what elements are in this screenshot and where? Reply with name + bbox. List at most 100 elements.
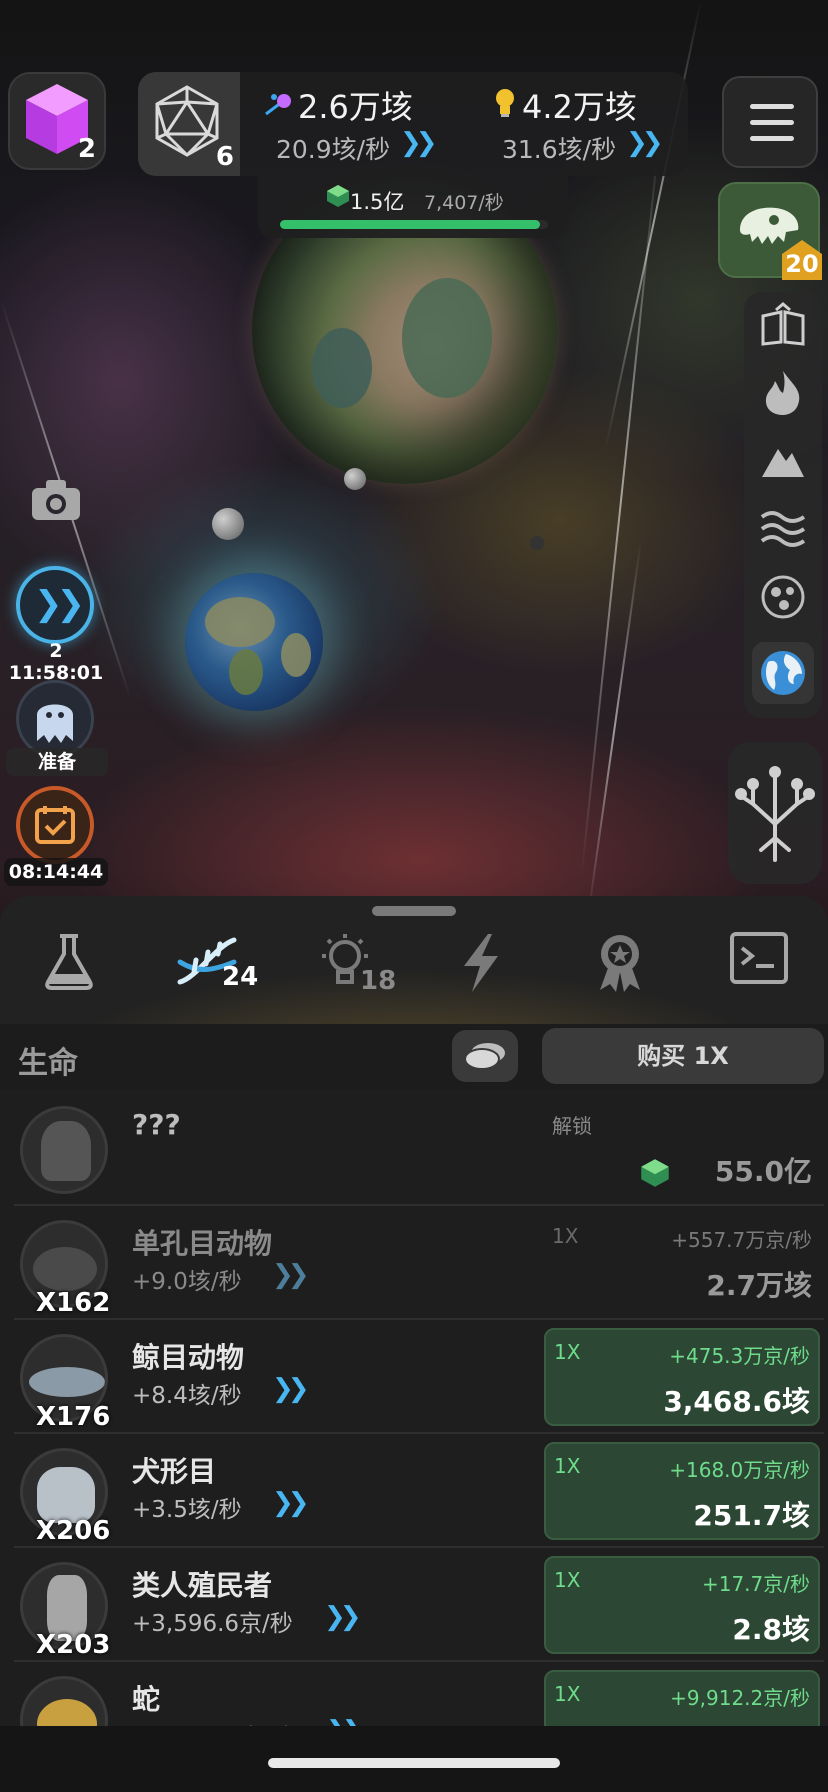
light-streak [604,0,702,451]
speed-boost-timer: 2 11:58:01 [8,640,104,684]
chevron-double-right-icon[interactable]: ❯❯ [324,1602,361,1632]
coins-icon [464,1043,505,1070]
fire-icon[interactable] [758,368,808,418]
creature-image [37,1467,95,1523]
moon-small[interactable] [344,468,366,490]
tab-achievements[interactable] [592,932,652,992]
item-cost: 2.7万垓 [706,1269,812,1302]
owned-count: X162 [36,1288,111,1318]
item-name: 鲸目动物 [132,1341,245,1374]
green-gem-icon [641,1159,669,1187]
coins-button[interactable] [452,1030,518,1082]
terminal-icon [730,932,788,984]
icosahedron-button[interactable]: 6 [138,72,240,176]
owned-count: X176 [36,1402,111,1432]
unlock-label: 解锁 [552,1114,592,1138]
menu-button[interactable] [722,76,818,168]
item-production: +3.5垓/秒 [132,1497,242,1523]
green-gem-icon [327,185,349,207]
item-cost: 2.8垓 [732,1613,810,1646]
camera-icon[interactable] [30,478,82,522]
planet-earth[interactable] [185,573,323,711]
light-streak [580,119,662,876]
dinosaur-level: 20 [785,250,819,278]
resource-primary-rate: 20.9垓/秒 [276,135,391,164]
side-menu [744,292,822,718]
item-production: +8.4垓/秒 [132,1383,242,1409]
buy-gain: +168.0万京/秒 [669,1458,810,1482]
item-cost: 55.0亿 [714,1155,812,1188]
mountain-icon[interactable] [758,436,808,486]
cells-icon[interactable] [758,572,808,622]
owned-count: X206 [36,1516,111,1546]
evolution-tree-button[interactable] [728,742,822,884]
sheet-drag-handle[interactable] [372,906,456,916]
moon-dark[interactable] [530,536,544,550]
tab-console[interactable] [730,932,790,992]
list-item[interactable]: X176 鲸目动物 +8.4垓/秒 ❯❯ 1X +475.3万京/秒 3,468… [14,1320,824,1434]
tab-bar: 24 18 [0,896,828,1024]
gem-rate: 7,407/秒 [424,192,504,214]
buy-multiplier: 1X [554,1568,581,1592]
list-item[interactable]: ??? 解锁 55.0亿 [14,1092,824,1206]
moon[interactable] [212,508,244,540]
buy-gain: +475.3万京/秒 [669,1344,810,1368]
continent [229,649,263,695]
waves-icon[interactable] [758,504,808,554]
home-indicator[interactable] [268,1758,560,1768]
continent [312,328,372,408]
chevron-double-right-icon[interactable]: ❯❯ [626,128,663,158]
owned-count: X203 [36,1630,111,1660]
item-name: ??? [132,1108,181,1141]
gem-resource-panel: 1.5亿 7,407/秒 [258,176,568,238]
hamburger-menu-icon [750,104,794,109]
list-item[interactable]: X203 类人殖民者 +3,596.6京/秒 ❯❯ 1X +17.7京/秒 2.… [14,1548,824,1662]
buy-box[interactable]: 1X +17.7京/秒 2.8垓 [544,1556,820,1654]
avatar [20,1106,108,1194]
game-screen: 2 6 2.6万垓 20.9垓/秒 ❯❯ 4.2万垓 31.6垓/秒 ❯❯ 1.… [0,0,828,1792]
item-name: 类人殖民者 [132,1569,273,1602]
buy-box[interactable]: 1X +168.0万京/秒 251.7垓 [544,1442,820,1540]
continent [205,597,275,647]
buy-gain: +17.7京/秒 [701,1572,810,1596]
daily-calendar-button[interactable] [16,786,94,864]
cube-button[interactable]: 2 [8,72,106,170]
earth-globe-icon[interactable] [752,642,814,704]
item-production: +9.0垓/秒 [132,1269,242,1295]
creature-image [33,1247,97,1291]
chevron-double-right-icon[interactable]: ❯❯ [272,1374,309,1404]
resource-panel: 6 2.6万垓 20.9垓/秒 ❯❯ 4.2万垓 31.6垓/秒 ❯❯ [138,72,688,176]
tab-power[interactable] [456,932,516,992]
resource-secondary-value: 4.2万垓 [522,88,637,126]
continent [281,633,311,677]
item-name: 犬形目 [132,1455,217,1488]
chevron-double-right-icon[interactable]: ❯❯ [272,1260,309,1290]
buy-box[interactable]: 解锁 55.0亿 [544,1100,820,1198]
resource-secondary-rate: 31.6垓/秒 [502,135,617,164]
buy-box[interactable]: 1X +557.7万京/秒 2.7万垓 [544,1214,820,1312]
flask-icon [45,934,93,990]
cube-count: 2 [77,134,96,164]
ghost-status-label: 准备 [6,748,108,776]
tab-ideas-count: 18 [360,966,397,996]
hamburger-line [750,136,794,141]
gem-progress-bar [280,220,548,229]
buy-amount-button[interactable]: 购买 1X [542,1028,824,1084]
book-icon[interactable] [758,300,808,350]
buy-multiplier: 1X [554,1340,581,1364]
buy-gain: +9,912.2京/秒 [670,1686,810,1710]
buy-box[interactable]: 1X +475.3万京/秒 3,468.6垓 [544,1328,820,1426]
gem-value: 1.5亿 [350,190,405,214]
list-item[interactable]: X162 单孔目动物 +9.0垓/秒 ❯❯ 1X +557.7万京/秒 2.7万… [14,1206,824,1320]
chevron-double-right-icon[interactable]: ❯❯ [400,128,437,158]
speed-boost-button[interactable]: ❯❯ [16,566,94,644]
chevron-double-right-icon[interactable]: ❯❯ [272,1488,309,1518]
tab-lab[interactable] [40,932,100,992]
ghost-icon [37,704,73,743]
daily-calendar-timer: 08:14:44 [4,858,108,886]
list-item[interactable]: X206 犬形目 +3.5垓/秒 ❯❯ 1X +168.0万京/秒 251.7垓 [14,1434,824,1548]
section-title: 生命 [18,1046,78,1081]
icosahedron-count: 6 [215,142,234,172]
buy-gain: +557.7万京/秒 [671,1228,812,1252]
ghost-button[interactable] [16,680,94,758]
